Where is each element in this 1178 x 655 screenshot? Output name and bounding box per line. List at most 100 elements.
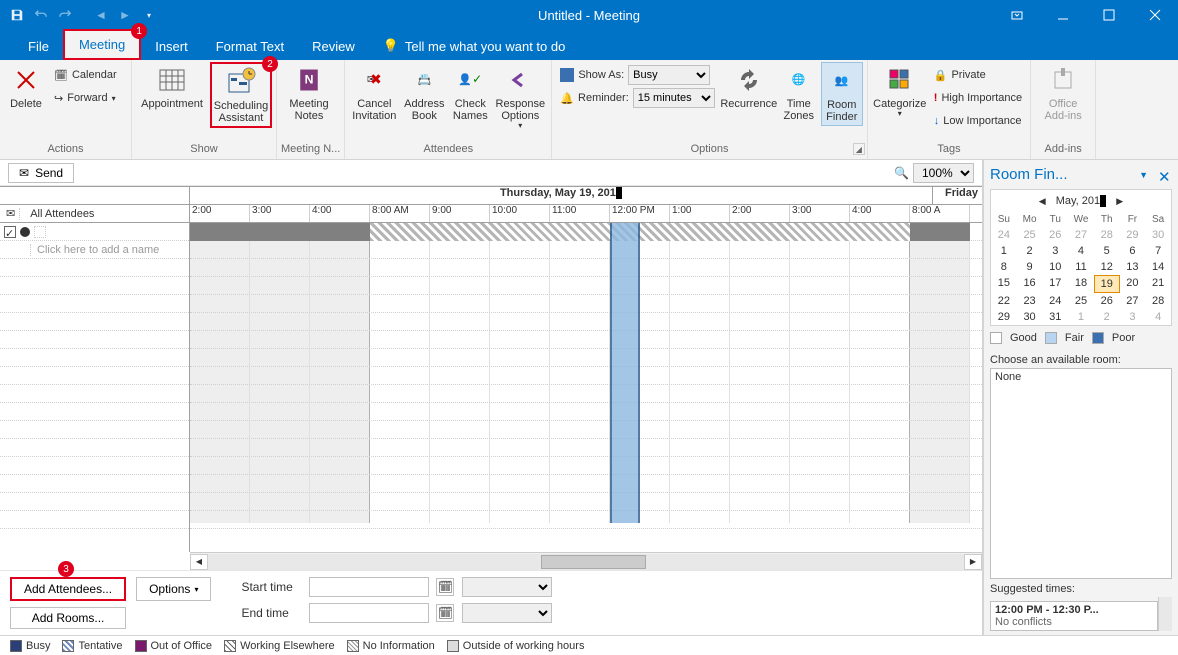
prev-month-icon[interactable]: ◀ <box>1039 196 1046 207</box>
calendar-day[interactable]: 22 <box>991 293 1017 309</box>
time-zones-button[interactable]: 🌐 Time Zones <box>779 62 819 124</box>
office-addins-button[interactable]: Office Add-ins <box>1035 62 1091 124</box>
suggested-scrollbar[interactable] <box>1158 597 1172 631</box>
end-time-select[interactable] <box>462 603 552 623</box>
calendar-day[interactable]: 25 <box>1017 227 1043 243</box>
scroll-right-icon[interactable]: ▶ <box>964 554 982 570</box>
close-pane-icon[interactable]: ✕ <box>1158 168 1172 182</box>
calendar-day[interactable]: 14 <box>1145 259 1171 275</box>
calendar-day[interactable]: 20 <box>1120 275 1146 293</box>
show-as-select[interactable]: Busy <box>628 65 710 85</box>
calendar-day[interactable]: 17 <box>1042 275 1068 293</box>
start-time-select[interactable] <box>462 577 552 597</box>
calendar-day[interactable]: 9 <box>1017 259 1043 275</box>
add-attendees-button[interactable]: Add Attendees... <box>10 577 126 601</box>
calendar-day[interactable]: 8 <box>991 259 1017 275</box>
calendar-day[interactable]: 18 <box>1068 275 1094 293</box>
maximize-button[interactable] <box>1086 0 1132 30</box>
save-icon[interactable] <box>8 6 26 24</box>
calendar-day[interactable]: 1 <box>991 243 1017 259</box>
calendar-day[interactable]: 7 <box>1145 243 1171 259</box>
add-name-placeholder[interactable]: Click here to add a name <box>30 244 189 256</box>
calendar-day[interactable]: 30 <box>1017 309 1043 325</box>
calendar-day[interactable]: 21 <box>1145 275 1171 293</box>
calendar-day[interactable]: 26 <box>1094 293 1120 309</box>
high-importance-button[interactable]: !High Importance <box>930 87 1026 109</box>
calendar-day[interactable]: 19 <box>1094 275 1120 293</box>
calendar-picker-icon[interactable]: 🗓 <box>436 604 454 622</box>
calendar-button[interactable]: 🗓Calendar <box>50 64 121 86</box>
checkbox-checked-icon[interactable]: ✓ <box>4 226 16 238</box>
scheduling-grid[interactable]: Thursday, May 19, 2018 Friday 2:003:004:… <box>190 187 982 552</box>
selected-time-range[interactable] <box>610 223 640 523</box>
calendar-day[interactable]: 4 <box>1068 243 1094 259</box>
close-button[interactable] <box>1132 0 1178 30</box>
address-book-button[interactable]: 📇 Address Book <box>401 62 447 124</box>
cancel-invitation-button[interactable]: ✉✖ Cancel Invitation <box>349 62 399 124</box>
minimize-button[interactable] <box>1040 0 1086 30</box>
tab-review[interactable]: Review <box>298 33 369 60</box>
calendar-day[interactable]: 28 <box>1145 293 1171 309</box>
calendar-day[interactable]: 13 <box>1120 259 1146 275</box>
calendar-day[interactable]: 27 <box>1068 227 1094 243</box>
magnifier-icon[interactable]: 🔍 <box>894 166 909 180</box>
low-importance-button[interactable]: ↓Low Importance <box>930 110 1026 132</box>
tell-me-search[interactable]: 💡 Tell me what you want to do <box>369 32 580 60</box>
calendar-day[interactable]: 29 <box>1120 227 1146 243</box>
add-rooms-button[interactable]: Add Rooms... <box>10 607 126 629</box>
end-date-input[interactable] <box>309 603 429 623</box>
calendar-day[interactable]: 29 <box>991 309 1017 325</box>
room-finder-button[interactable]: 👥 Room Finder <box>821 62 863 126</box>
calendar-day[interactable]: 3 <box>1120 309 1146 325</box>
calendar-day[interactable]: 4 <box>1145 309 1171 325</box>
room-list[interactable]: None <box>990 368 1172 579</box>
calendar-day[interactable]: 24 <box>991 227 1017 243</box>
next-item-icon[interactable]: ► <box>116 6 134 24</box>
calendar-day[interactable]: 24 <box>1042 293 1068 309</box>
meeting-notes-button[interactable]: N Meeting Notes <box>281 62 337 124</box>
undo-icon[interactable] <box>32 6 50 24</box>
calendar-day[interactable]: 3 <box>1042 243 1068 259</box>
calendar-day[interactable]: 1 <box>1068 309 1094 325</box>
delete-button[interactable]: Delete <box>4 62 48 112</box>
tab-file[interactable]: File <box>14 33 63 60</box>
private-button[interactable]: 🔒Private <box>930 64 1026 86</box>
response-options-button[interactable]: Response Options▾ <box>493 62 547 133</box>
tab-format-text[interactable]: Format Text <box>202 33 298 60</box>
scheduling-assistant-button[interactable]: 2 Scheduling Assistant <box>210 62 272 128</box>
horizontal-scrollbar[interactable]: ◀ ▶ <box>190 552 982 570</box>
calendar-day[interactable]: 25 <box>1068 293 1094 309</box>
calendar-day[interactable]: 10 <box>1042 259 1068 275</box>
recurrence-button[interactable]: Recurrence <box>721 62 777 112</box>
check-names-button[interactable]: 👤✓ Check Names <box>449 62 491 124</box>
suggested-time-item[interactable]: 12:00 PM - 12:30 P... No conflicts <box>990 601 1158 631</box>
calendar-day[interactable]: 16 <box>1017 275 1043 293</box>
forward-button[interactable]: ↪Forward ▾ <box>50 87 121 109</box>
options-dialog-launcher[interactable]: ◢ <box>853 143 865 155</box>
pane-options-icon[interactable]: ▼ <box>1139 170 1148 180</box>
zoom-select[interactable]: 100% <box>913 163 974 183</box>
prev-item-icon[interactable]: ◄ <box>92 6 110 24</box>
categorize-button[interactable]: Categorize▾ <box>872 62 928 121</box>
appointment-button[interactable]: Appointment <box>136 62 208 112</box>
add-attendee-row[interactable]: Click here to add a name <box>0 241 189 259</box>
calendar-day[interactable]: 12 <box>1094 259 1120 275</box>
calendar-day[interactable]: 31 <box>1042 309 1068 325</box>
scroll-left-icon[interactable]: ◀ <box>190 554 208 570</box>
send-button[interactable]: ✉Send <box>8 163 74 183</box>
calendar-day[interactable]: 26 <box>1042 227 1068 243</box>
calendar-day[interactable]: 2 <box>1017 243 1043 259</box>
calendar-picker-icon[interactable]: 🗓 <box>436 578 454 596</box>
calendar-day[interactable]: 30 <box>1145 227 1171 243</box>
tab-insert[interactable]: Insert <box>141 33 202 60</box>
redo-icon[interactable] <box>56 6 74 24</box>
calendar-day[interactable]: 5 <box>1094 243 1120 259</box>
calendar-day[interactable]: 28 <box>1094 227 1120 243</box>
calendar-day[interactable]: 11 <box>1068 259 1094 275</box>
tab-meeting[interactable]: 1 Meeting <box>63 29 141 60</box>
calendar-day[interactable]: 2 <box>1094 309 1120 325</box>
scheduling-options-button[interactable]: Options ▾ <box>136 577 211 601</box>
next-month-icon[interactable]: ▶ <box>1116 196 1123 207</box>
calendar-day[interactable]: 15 <box>991 275 1017 293</box>
calendar-day[interactable]: 6 <box>1120 243 1146 259</box>
